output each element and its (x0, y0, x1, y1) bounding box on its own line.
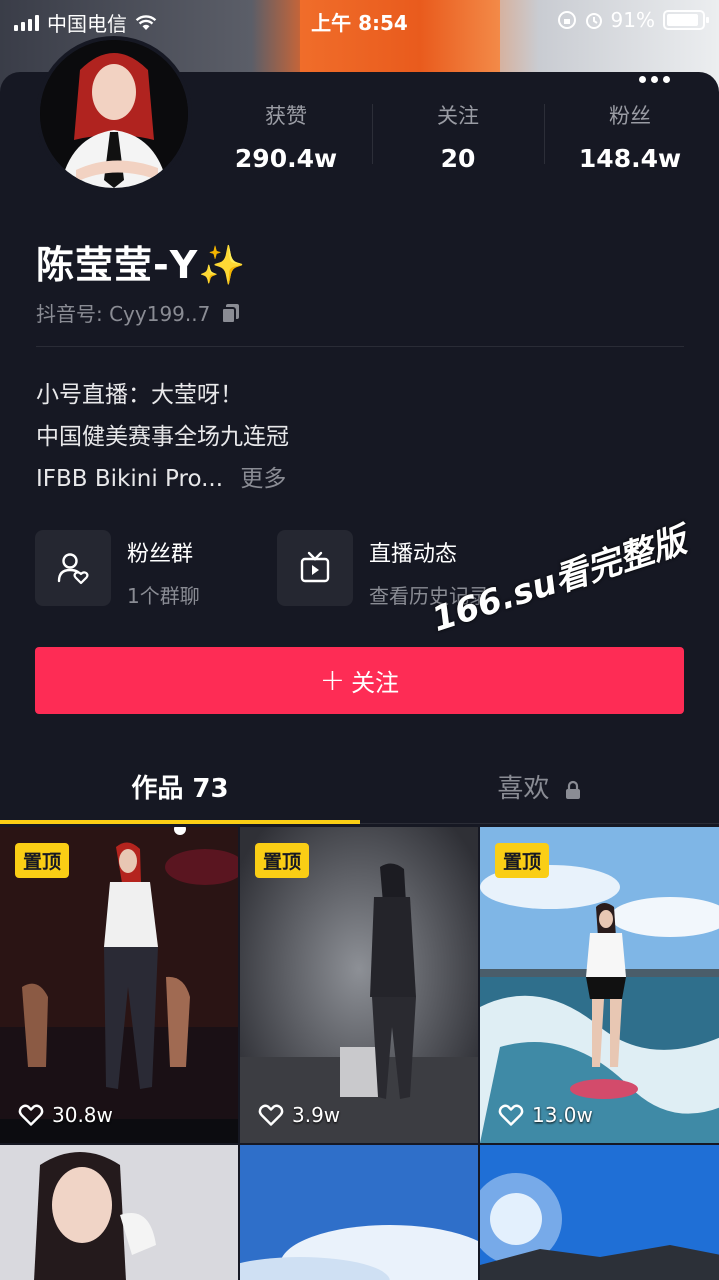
avatar-image (40, 40, 188, 188)
pinned-badge: 置顶 (495, 843, 550, 878)
tab-likes[interactable]: 喜欢 (360, 768, 719, 805)
quick-action-fan-group[interactable]: 粉丝群 1个群聊 (35, 530, 200, 609)
pinned-badge: 置顶 (15, 843, 70, 878)
profile-uid[interactable]: 抖音号: Cyy199..7 (36, 298, 242, 327)
heart-icon (258, 1104, 284, 1126)
tab-likes-label: 喜欢 (497, 774, 550, 804)
video-tile[interactable]: 置顶 3.9w (240, 827, 478, 1143)
video-tile[interactable] (0, 1145, 238, 1280)
alarm-icon (585, 13, 602, 29)
stat-likes[interactable]: 获赞 290.4w (200, 100, 372, 173)
plus-icon: + (319, 663, 346, 698)
lock-rotation-icon (557, 11, 576, 29)
profile-name: 陈莹莹-Y✨ (36, 243, 247, 287)
video-like-count: 13.0w (498, 1103, 593, 1127)
profile-bio: 小号直播：大莹呀！ 中国健美赛事全场九连冠 IFBB Bikini Pro...… (36, 374, 289, 500)
bio-line: IFBB Bikini Pro... (36, 466, 224, 492)
profile-card: 获赞 290.4w 关注 20 粉丝 148.4w 陈莹莹-Y✨ 抖音号: Cy… (0, 36, 719, 1280)
heart-icon (18, 1104, 44, 1126)
video-grid: 置顶 30.8w 置顶 3.9w 置顶 13.0w (0, 827, 719, 1280)
status-bar: 中国电信 上午 8:54 91% (0, 0, 719, 40)
bio-line: 中国健美赛事全场九连冠 (36, 424, 289, 450)
video-like-count: 3.9w (258, 1103, 340, 1127)
more-options-icon[interactable] (639, 76, 673, 86)
like-count-label: 30.8w (52, 1103, 113, 1127)
pinned-badge: 置顶 (255, 843, 310, 878)
content-tabs: 作品 73 喜欢 (0, 752, 719, 824)
avatar[interactable] (36, 36, 192, 192)
copy-icon[interactable] (220, 302, 242, 324)
lock-icon (565, 780, 580, 799)
fan-group-icon (35, 530, 111, 606)
video-tile[interactable]: 置顶 30.8w (0, 827, 238, 1143)
bio-line: 小号直播：大莹呀！ (36, 382, 243, 408)
profile-stats: 获赞 290.4w 关注 20 粉丝 148.4w (200, 100, 719, 173)
battery-icon (663, 10, 709, 30)
video-thumbnail (0, 1145, 238, 1280)
video-tile[interactable] (240, 1145, 478, 1280)
stat-following[interactable]: 关注 20 (372, 100, 544, 173)
stat-followers[interactable]: 粉丝 148.4w (544, 100, 716, 173)
fan-group-subtitle: 1个群聊 (127, 584, 200, 608)
follow-label: 关注 (351, 669, 400, 697)
video-like-count: 30.8w (18, 1103, 113, 1127)
video-thumbnail (480, 1145, 719, 1280)
like-count-label: 13.0w (532, 1103, 593, 1127)
uid-label: 抖音号: Cyy199..7 (36, 302, 211, 326)
battery-percent: 91% (610, 8, 655, 32)
bio-more-button[interactable]: 更多 (240, 466, 286, 492)
fan-group-title: 粉丝群 (127, 542, 194, 567)
tv-icon (277, 530, 353, 606)
video-tile[interactable] (480, 1145, 719, 1280)
tab-active-indicator (0, 820, 360, 824)
video-tile[interactable]: 置顶 13.0w (480, 827, 719, 1143)
tab-works[interactable]: 作品 73 (0, 768, 360, 805)
live-history-title: 直播动态 (369, 542, 458, 567)
video-thumbnail (240, 1145, 478, 1280)
divider (36, 346, 684, 347)
like-count-label: 3.9w (292, 1103, 341, 1127)
heart-icon (498, 1104, 524, 1126)
follow-button[interactable]: + 关注 (35, 647, 684, 714)
